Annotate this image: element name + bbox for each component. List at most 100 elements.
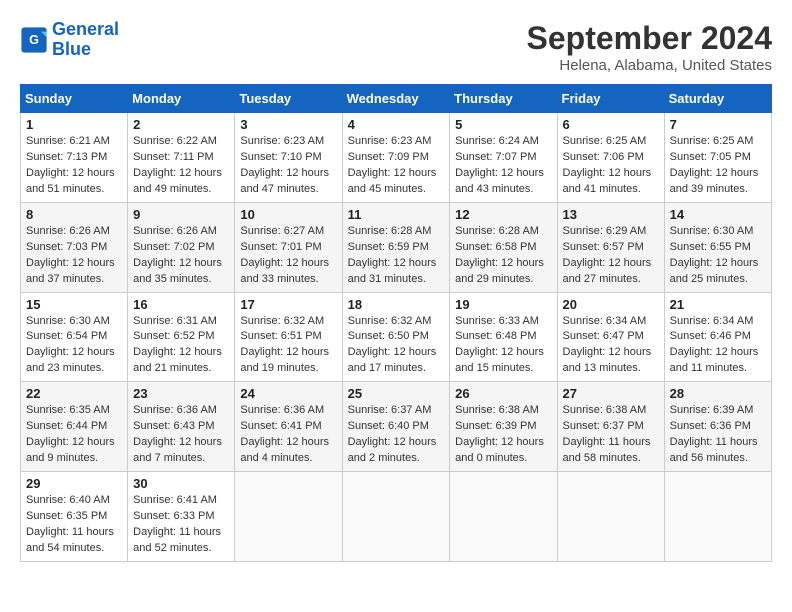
calendar-cell: 30 Sunrise: 6:41 AMSunset: 6:33 PMDayligh… (128, 472, 235, 562)
calendar-cell: 20 Sunrise: 6:34 AMSunset: 6:47 PMDayligh… (557, 292, 664, 382)
logo-general: General (52, 19, 119, 39)
weekday-header-sunday: Sunday (21, 85, 128, 113)
day-info: Sunrise: 6:32 AMSunset: 6:51 PMDaylight:… (240, 314, 336, 378)
calendar-cell: 15 Sunrise: 6:30 AMSunset: 6:54 PMDayligh… (21, 292, 128, 382)
calendar-cell (557, 472, 664, 562)
day-number: 14 (670, 207, 766, 222)
calendar-cell: 28 Sunrise: 6:39 AMSunset: 6:36 PMDayligh… (664, 382, 771, 472)
day-info: Sunrise: 6:28 AMSunset: 6:58 PMDaylight:… (455, 224, 551, 288)
day-info: Sunrise: 6:39 AMSunset: 6:36 PMDaylight:… (670, 403, 766, 467)
day-info: Sunrise: 6:37 AMSunset: 6:40 PMDaylight:… (348, 403, 445, 467)
calendar-cell: 17 Sunrise: 6:32 AMSunset: 6:51 PMDayligh… (235, 292, 342, 382)
day-info: Sunrise: 6:25 AMSunset: 7:06 PMDaylight:… (563, 134, 659, 198)
day-info: Sunrise: 6:23 AMSunset: 7:09 PMDaylight:… (348, 134, 445, 198)
day-info: Sunrise: 6:28 AMSunset: 6:59 PMDaylight:… (348, 224, 445, 288)
day-info: Sunrise: 6:32 AMSunset: 6:50 PMDaylight:… (348, 314, 445, 378)
svg-text:G: G (29, 33, 39, 47)
calendar-cell: 27Sunrise: 6:38 AMSunset: 6:37 PMDayligh… (557, 382, 664, 472)
calendar-cell: 10 Sunrise: 6:27 AMSunset: 7:01 PMDayligh… (235, 202, 342, 292)
day-number: 16 (133, 297, 229, 312)
calendar-cell (450, 472, 557, 562)
day-number: 30 (133, 476, 229, 491)
day-number: 3 (240, 117, 336, 132)
calendar-cell: 25 Sunrise: 6:37 AMSunset: 6:40 PMDayligh… (342, 382, 450, 472)
day-info: Sunrise: 6:41 AMSunset: 6:33 PMDaylight:… (133, 493, 229, 557)
title-block: September 2024 Helena, Alabama, United S… (527, 20, 772, 74)
day-number: 25 (348, 386, 445, 401)
calendar-cell: 16 Sunrise: 6:31 AMSunset: 6:52 PMDayligh… (128, 292, 235, 382)
day-number: 1 (26, 117, 122, 132)
day-number: 24 (240, 386, 336, 401)
calendar-cell: 7 Sunrise: 6:25 AMSunset: 7:05 PMDaylight… (664, 113, 771, 203)
day-info: Sunrise: 6:24 AMSunset: 7:07 PMDaylight:… (455, 134, 551, 198)
weekday-header-friday: Friday (557, 85, 664, 113)
day-number: 26 (455, 386, 551, 401)
day-info: Sunrise: 6:27 AMSunset: 7:01 PMDaylight:… (240, 224, 336, 288)
day-number: 18 (348, 297, 445, 312)
weekday-header-saturday: Saturday (664, 85, 771, 113)
calendar-cell: 6 Sunrise: 6:25 AMSunset: 7:06 PMDaylight… (557, 113, 664, 203)
calendar-cell (342, 472, 450, 562)
calendar-cell: 8 Sunrise: 6:26 AMSunset: 7:03 PMDaylight… (21, 202, 128, 292)
day-info: Sunrise: 6:30 AMSunset: 6:54 PMDaylight:… (26, 314, 122, 378)
day-number: 13 (563, 207, 659, 222)
calendar-cell: 23 Sunrise: 6:36 AMSunset: 6:43 PMDayligh… (128, 382, 235, 472)
day-info: Sunrise: 6:23 AMSunset: 7:10 PMDaylight:… (240, 134, 336, 198)
day-number: 23 (133, 386, 229, 401)
calendar-cell: 21 Sunrise: 6:34 AMSunset: 6:46 PMDayligh… (664, 292, 771, 382)
day-number: 19 (455, 297, 551, 312)
day-info: Sunrise: 6:34 AMSunset: 6:47 PMDaylight:… (563, 314, 659, 378)
calendar-cell: 18 Sunrise: 6:32 AMSunset: 6:50 PMDayligh… (342, 292, 450, 382)
logo-blue: Blue (52, 39, 91, 59)
calendar-cell: 5Sunrise: 6:24 AMSunset: 7:07 PMDaylight… (450, 113, 557, 203)
calendar-cell: 9Sunrise: 6:26 AMSunset: 7:02 PMDaylight… (128, 202, 235, 292)
calendar-cell: 14 Sunrise: 6:30 AMSunset: 6:55 PMDayligh… (664, 202, 771, 292)
day-info: Sunrise: 6:35 AMSunset: 6:44 PMDaylight:… (26, 403, 122, 467)
day-number: 17 (240, 297, 336, 312)
weekday-header-monday: Monday (128, 85, 235, 113)
calendar-cell: 11 Sunrise: 6:28 AMSunset: 6:59 PMDayligh… (342, 202, 450, 292)
calendar-cell: 19 Sunrise: 6:33 AMSunset: 6:48 PMDayligh… (450, 292, 557, 382)
day-number: 29 (26, 476, 122, 491)
calendar-cell: 12Sunrise: 6:28 AMSunset: 6:58 PMDayligh… (450, 202, 557, 292)
day-number: 10 (240, 207, 336, 222)
day-info: Sunrise: 6:33 AMSunset: 6:48 PMDaylight:… (455, 314, 551, 378)
calendar-cell (235, 472, 342, 562)
day-info: Sunrise: 6:30 AMSunset: 6:55 PMDaylight:… (670, 224, 766, 288)
calendar-cell: 22 Sunrise: 6:35 AMSunset: 6:44 PMDayligh… (21, 382, 128, 472)
day-number: 8 (26, 207, 122, 222)
day-number: 11 (348, 207, 445, 222)
day-info: Sunrise: 6:38 AMSunset: 6:39 PMDaylight:… (455, 403, 551, 467)
day-info: Sunrise: 6:31 AMSunset: 6:52 PMDaylight:… (133, 314, 229, 378)
day-number: 21 (670, 297, 766, 312)
day-info: Sunrise: 6:21 AMSunset: 7:13 PMDaylight:… (26, 134, 122, 198)
calendar-cell: 3 Sunrise: 6:23 AMSunset: 7:10 PMDaylight… (235, 113, 342, 203)
day-number: 9 (133, 207, 229, 222)
day-info: Sunrise: 6:25 AMSunset: 7:05 PMDaylight:… (670, 134, 766, 198)
day-number: 27 (563, 386, 659, 401)
weekday-header-wednesday: Wednesday (342, 85, 450, 113)
day-info: Sunrise: 6:34 AMSunset: 6:46 PMDaylight:… (670, 314, 766, 378)
calendar-cell: 26 Sunrise: 6:38 AMSunset: 6:39 PMDayligh… (450, 382, 557, 472)
weekday-header-tuesday: Tuesday (235, 85, 342, 113)
day-info: Sunrise: 6:36 AMSunset: 6:41 PMDaylight:… (240, 403, 336, 467)
calendar-cell: 13Sunrise: 6:29 AMSunset: 6:57 PMDayligh… (557, 202, 664, 292)
day-number: 7 (670, 117, 766, 132)
header: G General Blue September 2024 Helena, Al… (20, 20, 772, 74)
day-number: 20 (563, 297, 659, 312)
month-title: September 2024 (527, 20, 772, 57)
logo: G General Blue (20, 20, 119, 60)
day-info: Sunrise: 6:40 AMSunset: 6:35 PMDaylight:… (26, 493, 122, 557)
day-number: 15 (26, 297, 122, 312)
calendar-cell: 24 Sunrise: 6:36 AMSunset: 6:41 PMDayligh… (235, 382, 342, 472)
weekday-header-thursday: Thursday (450, 85, 557, 113)
day-number: 28 (670, 386, 766, 401)
day-number: 22 (26, 386, 122, 401)
day-info: Sunrise: 6:26 AMSunset: 7:03 PMDaylight:… (26, 224, 122, 288)
day-number: 6 (563, 117, 659, 132)
calendar: SundayMondayTuesdayWednesdayThursdayFrid… (20, 84, 772, 562)
day-info: Sunrise: 6:36 AMSunset: 6:43 PMDaylight:… (133, 403, 229, 467)
day-number: 4 (348, 117, 445, 132)
calendar-cell: 2Sunrise: 6:22 AMSunset: 7:11 PMDaylight… (128, 113, 235, 203)
calendar-cell: 29 Sunrise: 6:40 AMSunset: 6:35 PMDayligh… (21, 472, 128, 562)
